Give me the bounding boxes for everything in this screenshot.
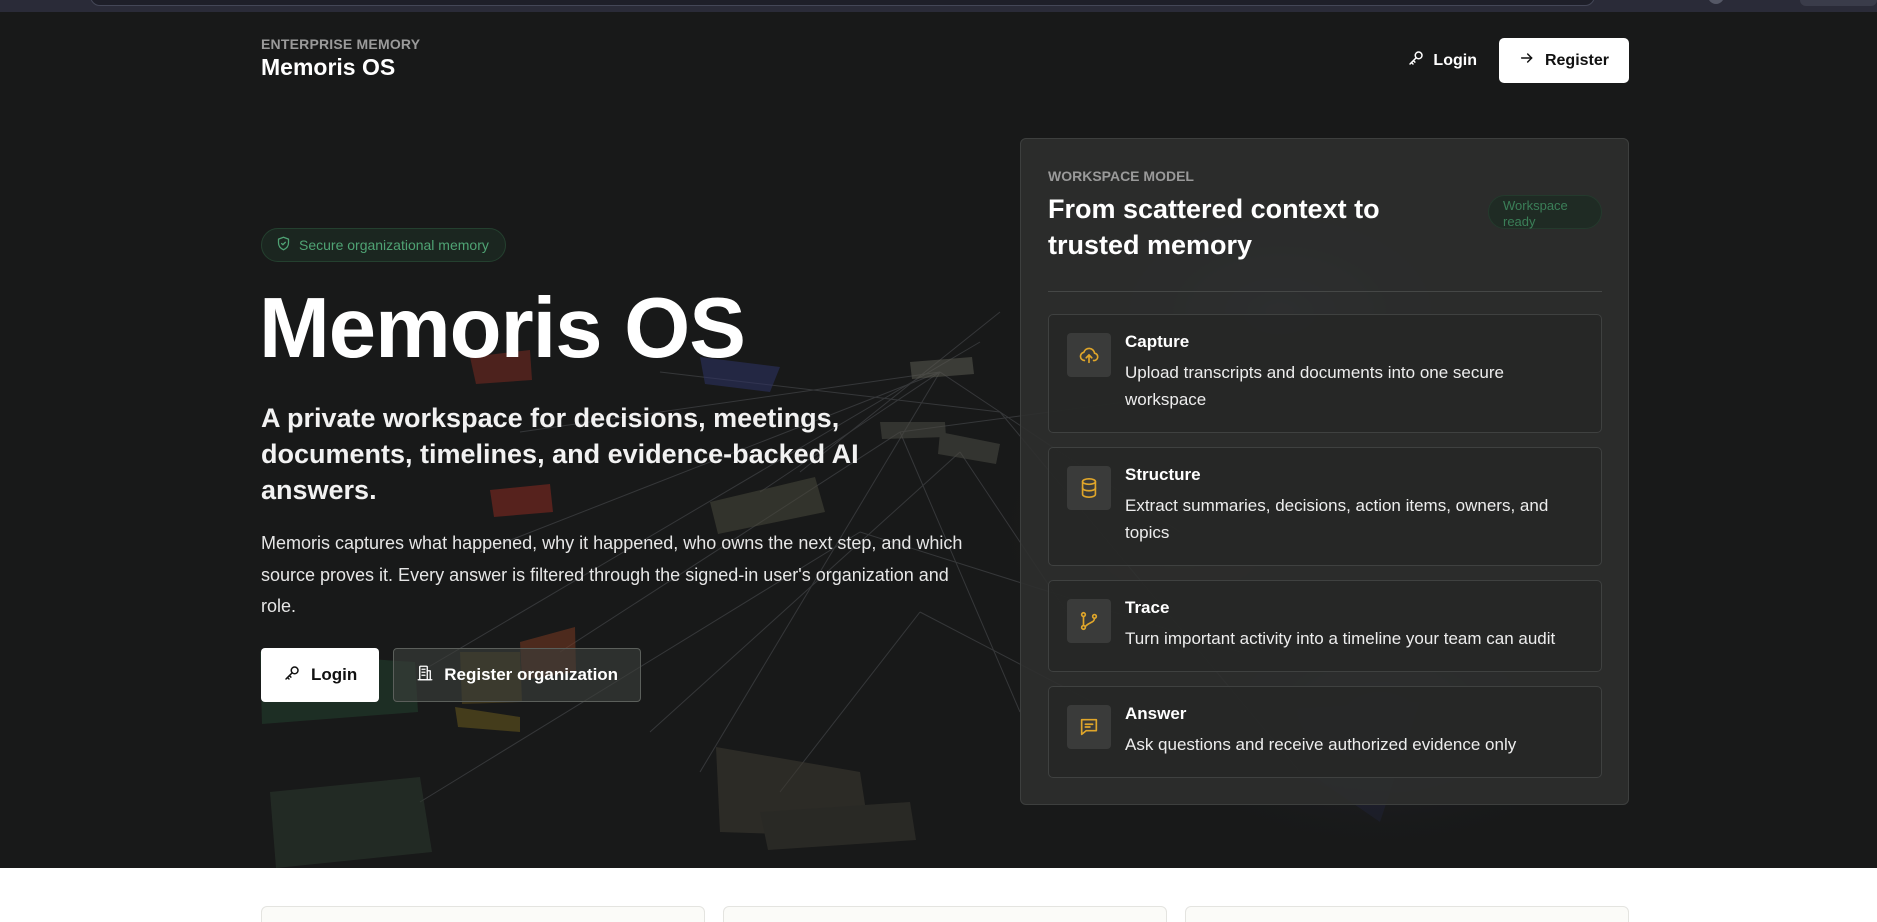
feature-card	[261, 906, 705, 922]
message-icon	[1067, 705, 1111, 749]
panel-divider	[1048, 291, 1602, 292]
feature-card	[723, 906, 1167, 922]
database-icon	[1067, 466, 1111, 510]
git-branch-icon	[1067, 599, 1111, 643]
hero-title: Memoris OS	[259, 281, 746, 376]
workspace-model-panel: WORKSPACE MODEL From scattered context t…	[1020, 138, 1629, 805]
step-title: Answer	[1125, 704, 1187, 723]
step-title: Capture	[1125, 332, 1190, 351]
arrow-right-icon	[1519, 50, 1535, 71]
brand-eyebrow: ENTERPRISE MEMORY	[261, 36, 421, 52]
key-icon	[1407, 49, 1425, 72]
hero-subtitle: A private workspace for decisions, meeti…	[261, 403, 859, 505]
panel-eyebrow: WORKSPACE MODEL	[1048, 168, 1194, 184]
step-answer: Answer Ask questions and receive authori…	[1048, 686, 1602, 778]
step-trace: Trace Turn important activity into a tim…	[1048, 580, 1602, 672]
browser-tab-edge	[1800, 0, 1877, 6]
step-description: Turn important activity into a timeline …	[1125, 629, 1556, 648]
register-organization-label: Register organization	[444, 665, 619, 684]
panel-title: From scattered context to trusted memory	[1048, 194, 1380, 260]
step-structure: Structure Extract summaries, decisions, …	[1048, 447, 1602, 566]
status-badge: Workspace ready	[1488, 195, 1602, 229]
feature-card	[1185, 906, 1629, 922]
hero-login-button[interactable]: Login	[261, 648, 380, 702]
step-title: Structure	[1125, 465, 1201, 484]
address-bar[interactable]	[90, 0, 1595, 6]
security-badge-label: Secure organizational memory	[299, 237, 489, 253]
hero-section: ENTERPRISE MEMORY Memoris OS Login Regis…	[0, 12, 1877, 868]
step-capture: Capture Upload transcripts and documents…	[1048, 314, 1602, 433]
header-login-label: Login	[1433, 51, 1477, 69]
profile-icon[interactable]	[1708, 0, 1724, 4]
hero-login-label: Login	[311, 665, 358, 684]
step-title: Trace	[1125, 598, 1170, 617]
step-description: Extract summaries, decisions, action ite…	[1125, 496, 1549, 542]
hero-description: Memoris captures what happened, why it h…	[261, 533, 963, 616]
features-section	[0, 868, 1877, 922]
browser-chrome	[0, 0, 1877, 12]
step-description: Upload transcripts and documents into on…	[1125, 363, 1504, 409]
header-register-label: Register	[1544, 51, 1609, 69]
brand[interactable]: ENTERPRISE MEMORY Memoris OS	[261, 36, 420, 81]
cta-row: Login Register organization	[261, 648, 642, 702]
top-actions: Login Register	[1407, 38, 1629, 83]
cloud-upload-icon	[1067, 333, 1111, 377]
building-icon	[416, 664, 434, 687]
security-badge: Secure organizational memory	[261, 228, 506, 262]
header-login-button[interactable]: Login	[1407, 49, 1477, 72]
brand-name: Memoris OS	[261, 54, 396, 80]
step-description: Ask questions and receive authorized evi…	[1125, 735, 1517, 754]
register-organization-button[interactable]: Register organization	[393, 648, 642, 702]
shield-check-icon	[276, 236, 291, 254]
key-icon	[283, 664, 301, 687]
header-register-button[interactable]: Register	[1498, 38, 1629, 83]
